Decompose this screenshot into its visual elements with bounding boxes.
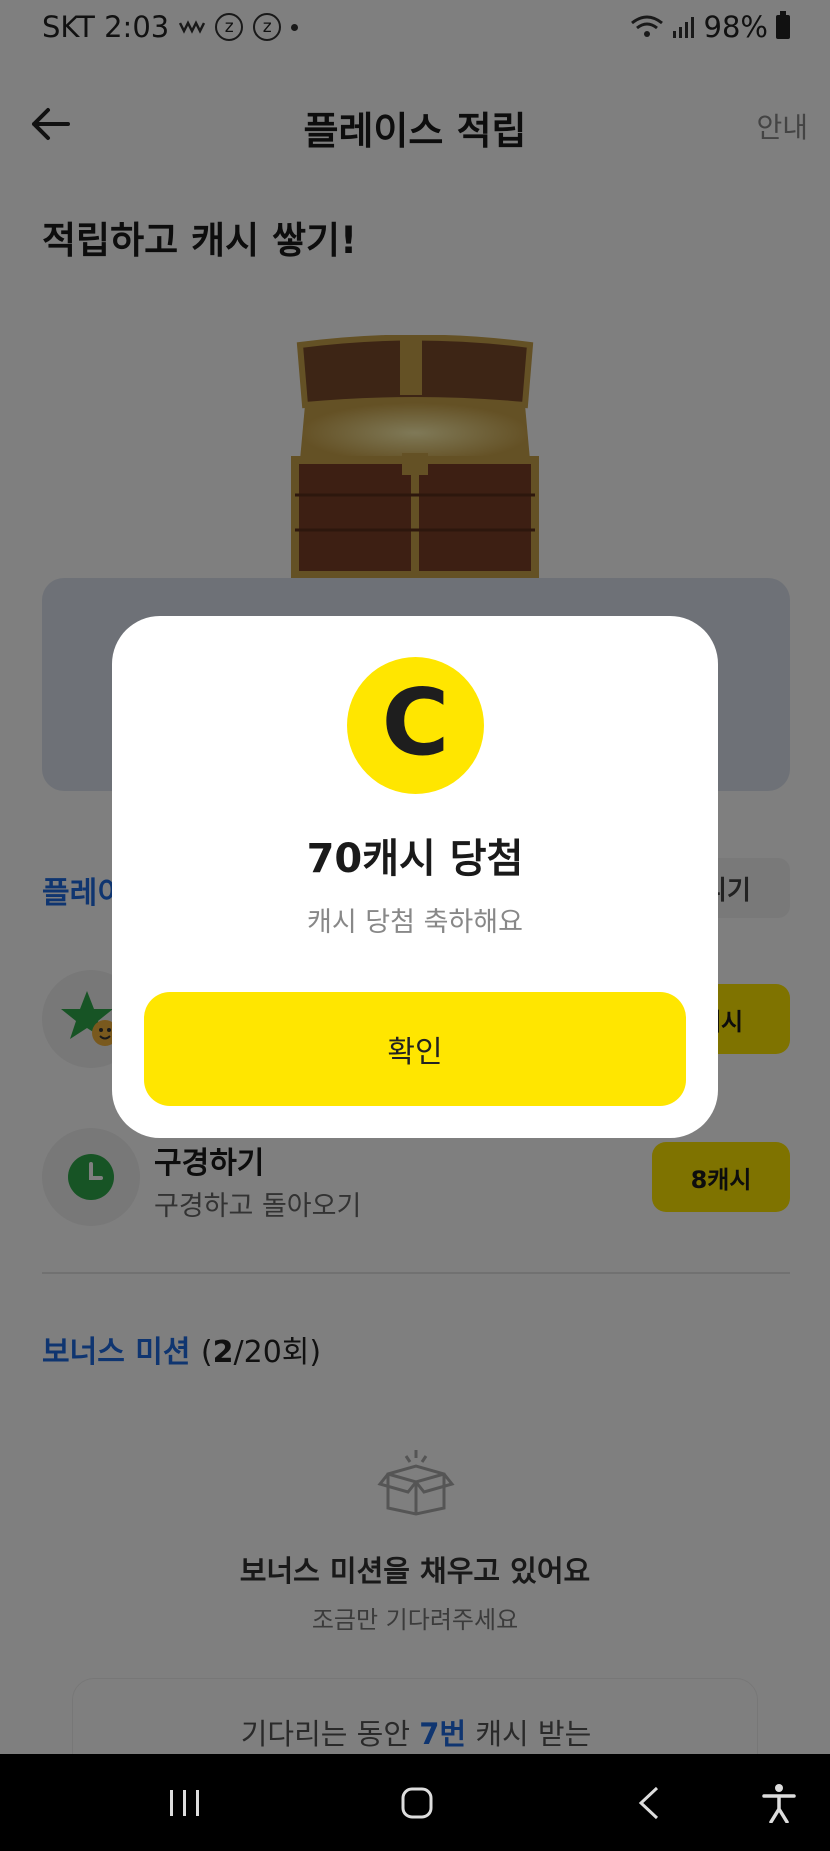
back-icon[interactable] [622,1776,676,1830]
cash-coin-icon: C [347,657,484,794]
modal-title: 70캐시 당첨 [306,836,524,882]
accessibility-icon[interactable] [752,1776,806,1830]
system-nav-bar [0,1754,830,1851]
home-icon[interactable] [390,1776,444,1830]
coin-letter: C [381,668,450,776]
recent-apps-icon[interactable] [158,1776,212,1830]
confirm-button[interactable]: 확인 [144,992,686,1106]
modal-subtitle: 캐시 당첨 축하해요 [307,907,523,938]
reward-modal: C 70캐시 당첨 캐시 당첨 축하해요 확인 [112,616,718,1138]
